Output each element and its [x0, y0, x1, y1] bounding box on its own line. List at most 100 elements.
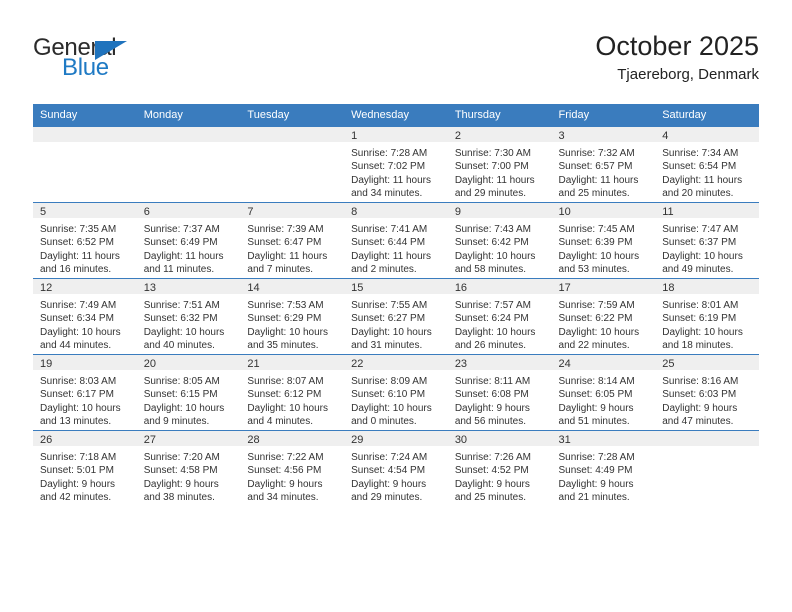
sunrise-text: Sunrise: 8:03 AM — [40, 376, 117, 387]
calendar-day-cell[interactable]: 19 Sunrise: 8:03 AM Sunset: 6:17 PM Dayligh… — [33, 354, 137, 431]
sunrise-text: Sunrise: 7:51 AM — [143, 300, 220, 311]
day-number: 16 — [447, 279, 552, 294]
day-number: 26 — [33, 431, 137, 446]
calendar-day-cell[interactable]: 31 Sunrise: 7:28 AM Sunset: 4:49 PM Dayligh… — [551, 430, 656, 506]
day-details: Sunrise: 7:43 AM Sunset: 6:42 PM Daylight:… — [448, 218, 552, 277]
day-number: 3 — [551, 127, 656, 142]
calendar-week-row: 26 Sunrise: 7:18 AM Sunset: 5:01 PM Dayligh… — [33, 430, 759, 506]
calendar-day-cell[interactable]: 3 Sunrise: 7:32 AM Sunset: 6:57 PM Daylight… — [551, 126, 656, 203]
day-details: Sunrise: 7:39 AM Sunset: 6:47 PM Daylight:… — [240, 218, 344, 277]
calendar-week-row: 19 Sunrise: 8:03 AM Sunset: 6:17 PM Dayligh… — [33, 354, 759, 431]
day-details: Sunrise: 8:09 AM Sunset: 6:10 PM Daylight:… — [344, 370, 448, 429]
sunset-text: Sunset: 4:58 PM — [143, 465, 218, 477]
daylight-text: Daylight: 10 hours and 58 minutes. — [454, 250, 536, 276]
calendar-day-cell[interactable]: 14 Sunrise: 7:53 AM Sunset: 6:29 PM Dayligh… — [240, 278, 345, 355]
calendar-day-cell[interactable]: 8 Sunrise: 7:41 AM Sunset: 6:44 PM Daylight… — [344, 202, 448, 279]
sunrise-text: Sunrise: 7:39 AM — [247, 224, 324, 235]
sunset-text: Sunset: 6:57 PM — [558, 161, 633, 173]
daylight-text: Daylight: 9 hours and 21 minutes. — [558, 478, 634, 504]
day-details: Sunrise: 7:34 AM Sunset: 6:54 PM Daylight:… — [655, 142, 759, 201]
calendar-day-cell[interactable]: 16 Sunrise: 7:57 AM Sunset: 6:24 PM Dayligh… — [447, 278, 552, 355]
calendar-day-cell[interactable]: 22 Sunrise: 8:09 AM Sunset: 6:10 PM Dayligh… — [344, 354, 448, 431]
day-details: Sunrise: 7:30 AM Sunset: 7:00 PM Daylight:… — [448, 142, 552, 201]
calendar-day-cell[interactable]: 7 Sunrise: 7:39 AM Sunset: 6:47 PM Daylight… — [240, 202, 345, 279]
daylight-text: Daylight: 9 hours and 29 minutes. — [351, 478, 427, 504]
sunset-text: Sunset: 4:54 PM — [351, 465, 426, 477]
sunrise-text: Sunrise: 7:43 AM — [454, 224, 531, 235]
daylight-text: Daylight: 9 hours and 34 minutes. — [247, 478, 323, 504]
calendar-day-cell[interactable]: 12 Sunrise: 7:49 AM Sunset: 6:34 PM Dayligh… — [33, 278, 137, 355]
calendar-body: 1 Sunrise: 7:28 AM Sunset: 7:02 PM Daylight… — [33, 126, 759, 506]
calendar-day-cell[interactable]: 20 Sunrise: 8:05 AM Sunset: 6:15 PM Dayligh… — [136, 354, 241, 431]
calendar-day-cell[interactable]: 5 Sunrise: 7:35 AM Sunset: 6:52 PM Daylight… — [33, 202, 137, 279]
day-details: Sunrise: 7:45 AM Sunset: 6:39 PM Daylight:… — [552, 218, 656, 277]
calendar-day-cell[interactable]: 25 Sunrise: 8:16 AM Sunset: 6:03 PM Dayligh… — [655, 354, 759, 431]
sunset-text: Sunset: 4:52 PM — [454, 465, 529, 477]
calendar-day-cell[interactable]: 28 Sunrise: 7:22 AM Sunset: 4:56 PM Dayligh… — [240, 430, 345, 506]
calendar-day-cell[interactable]: 11 Sunrise: 7:47 AM Sunset: 6:37 PM Dayligh… — [655, 202, 759, 279]
day-details: Sunrise: 7:26 AM Sunset: 4:52 PM Daylight:… — [448, 446, 552, 505]
sunrise-text: Sunrise: 7:30 AM — [454, 148, 531, 159]
calendar-day-cell[interactable]: 29 Sunrise: 7:24 AM Sunset: 4:54 PM Dayligh… — [344, 430, 448, 506]
brand-logo[interactable]: General Blue — [33, 34, 223, 86]
sunset-text: Sunset: 6:27 PM — [351, 313, 426, 325]
sunrise-text: Sunrise: 8:14 AM — [558, 376, 635, 387]
calendar-table: Sunday Monday Tuesday Wednesday Thursday… — [33, 104, 759, 506]
calendar-day-cell[interactable]: 4 Sunrise: 7:34 AM Sunset: 6:54 PM Daylight… — [655, 126, 759, 203]
day-number: 23 — [447, 355, 552, 370]
day-number: 31 — [551, 431, 656, 446]
sunset-text: Sunset: 6:10 PM — [351, 389, 426, 401]
calendar-day-cell[interactable]: 6 Sunrise: 7:37 AM Sunset: 6:49 PM Daylight… — [136, 202, 241, 279]
day-number: 5 — [33, 203, 137, 218]
calendar-week-row: 1 Sunrise: 7:28 AM Sunset: 7:02 PM Daylight… — [33, 126, 759, 203]
calendar-cell-empty — [33, 126, 137, 203]
calendar-day-cell[interactable]: 15 Sunrise: 7:55 AM Sunset: 6:27 PM Dayligh… — [344, 278, 448, 355]
sunset-text: Sunset: 7:02 PM — [351, 161, 426, 173]
day-details: Sunrise: 8:05 AM Sunset: 6:15 PM Daylight:… — [137, 370, 241, 429]
calendar-day-cell[interactable]: 24 Sunrise: 8:14 AM Sunset: 6:05 PM Dayligh… — [551, 354, 656, 431]
calendar-day-cell[interactable]: 18 Sunrise: 8:01 AM Sunset: 6:19 PM Dayligh… — [655, 278, 759, 355]
day-number: 17 — [551, 279, 656, 294]
day-number: 2 — [447, 127, 552, 142]
calendar-day-cell[interactable]: 27 Sunrise: 7:20 AM Sunset: 4:58 PM Dayligh… — [136, 430, 241, 506]
sunrise-text: Sunrise: 8:07 AM — [247, 376, 324, 387]
sunrise-text: Sunrise: 7:45 AM — [558, 224, 635, 235]
day-number — [240, 127, 345, 142]
weekday-header-friday: Friday — [551, 104, 656, 127]
daylight-text: Daylight: 11 hours and 11 minutes. — [143, 250, 224, 276]
sunrise-text: Sunrise: 8:05 AM — [143, 376, 220, 387]
daylight-text: Daylight: 10 hours and 26 minutes. — [454, 326, 536, 352]
calendar-day-cell[interactable]: 10 Sunrise: 7:45 AM Sunset: 6:39 PM Dayligh… — [551, 202, 656, 279]
day-details: Sunrise: 7:35 AM Sunset: 6:52 PM Daylight:… — [33, 218, 137, 277]
calendar-day-cell[interactable]: 30 Sunrise: 7:26 AM Sunset: 4:52 PM Dayligh… — [447, 430, 552, 506]
calendar-day-cell[interactable]: 17 Sunrise: 7:59 AM Sunset: 6:22 PM Dayligh… — [551, 278, 656, 355]
sunset-text: Sunset: 5:01 PM — [40, 465, 114, 477]
page-title: October 2025 — [595, 31, 759, 61]
daylight-text: Daylight: 10 hours and 31 minutes. — [351, 326, 432, 352]
daylight-text: Daylight: 11 hours and 7 minutes. — [247, 250, 328, 276]
sunset-text: Sunset: 6:29 PM — [247, 313, 322, 325]
day-number: 24 — [551, 355, 656, 370]
weekday-header-saturday: Saturday — [655, 104, 759, 127]
sunrise-text: Sunrise: 7:34 AM — [662, 148, 739, 159]
sunrise-text: Sunrise: 7:55 AM — [351, 300, 428, 311]
calendar-day-cell[interactable]: 23 Sunrise: 8:11 AM Sunset: 6:08 PM Dayligh… — [447, 354, 552, 431]
calendar-day-cell[interactable]: 2 Sunrise: 7:30 AM Sunset: 7:00 PM Daylight… — [447, 126, 552, 203]
calendar-day-cell[interactable]: 9 Sunrise: 7:43 AM Sunset: 6:42 PM Daylight… — [447, 202, 552, 279]
day-number: 15 — [344, 279, 448, 294]
calendar-day-cell[interactable]: 13 Sunrise: 7:51 AM Sunset: 6:32 PM Dayligh… — [136, 278, 241, 355]
day-number: 29 — [344, 431, 448, 446]
sunrise-text: Sunrise: 8:11 AM — [454, 376, 531, 387]
calendar-day-cell[interactable]: 1 Sunrise: 7:28 AM Sunset: 7:02 PM Daylight… — [344, 126, 448, 203]
sunset-text: Sunset: 6:39 PM — [558, 237, 633, 249]
daylight-text: Daylight: 11 hours and 25 minutes. — [558, 174, 639, 200]
daylight-text: Daylight: 10 hours and 18 minutes. — [662, 326, 743, 352]
sunrise-text: Sunrise: 7:47 AM — [662, 224, 739, 235]
day-details: Sunrise: 7:41 AM Sunset: 6:44 PM Daylight:… — [344, 218, 448, 277]
sunset-text: Sunset: 4:49 PM — [558, 465, 633, 477]
day-number: 13 — [136, 279, 241, 294]
calendar-day-cell[interactable]: 21 Sunrise: 8:07 AM Sunset: 6:12 PM Dayligh… — [240, 354, 345, 431]
calendar-day-cell[interactable]: 26 Sunrise: 7:18 AM Sunset: 5:01 PM Dayligh… — [33, 430, 137, 506]
day-number: 6 — [136, 203, 241, 218]
daylight-text: Daylight: 11 hours and 2 minutes. — [351, 250, 431, 276]
